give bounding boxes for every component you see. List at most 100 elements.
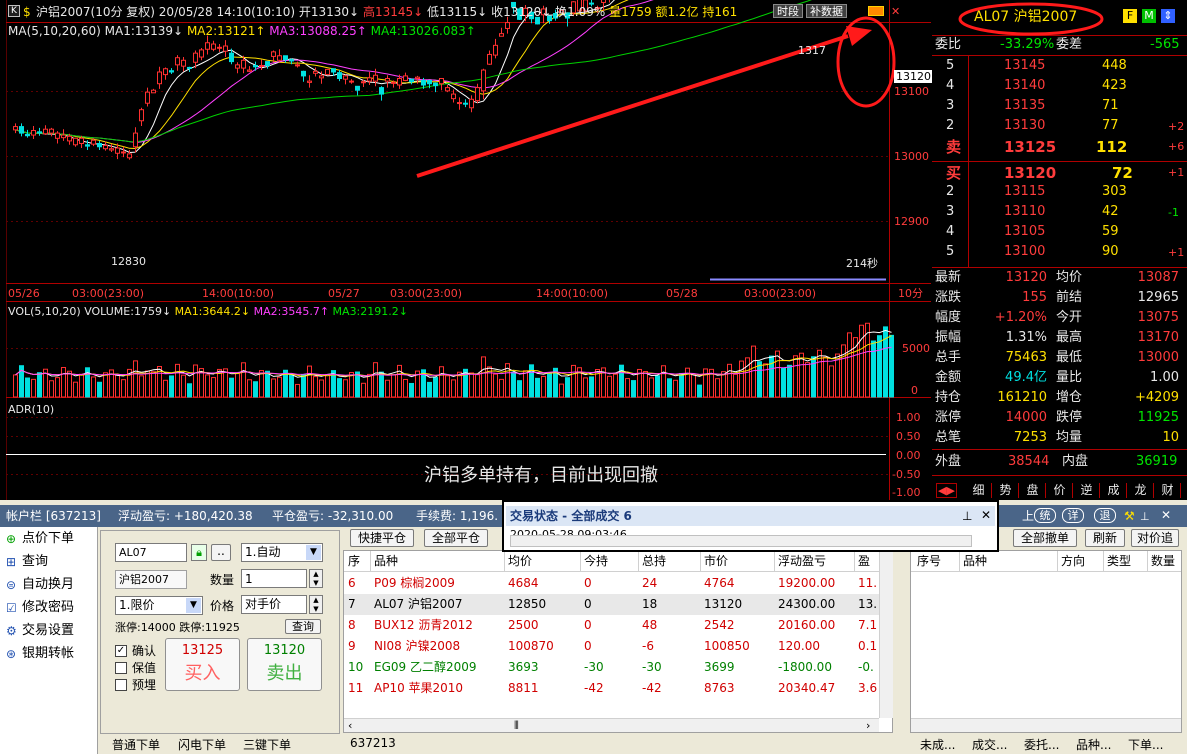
sell-change[interactable]: +6 — [1168, 140, 1184, 153]
column-header[interactable]: 市价 — [704, 554, 728, 568]
stat-label[interactable]: 均价 — [1056, 270, 1082, 286]
table-cell[interactable]: EG09 乙二醇2009 — [374, 657, 477, 678]
quick-close-button[interactable]: 快捷平仓 — [350, 529, 414, 547]
table-cell[interactable]: 4764 — [704, 573, 735, 594]
side-menu-item[interactable]: 银期转帐 — [22, 646, 74, 662]
stat-label[interactable]: 振幅 — [935, 330, 961, 346]
table-cell[interactable]: 2500 — [508, 615, 539, 636]
side-menu-item[interactable]: 点价下单 — [22, 531, 74, 547]
column-divider[interactable] — [774, 551, 775, 572]
table-cell[interactable]: 6 — [348, 573, 356, 594]
side-menu-item[interactable]: 交易设置 — [22, 623, 74, 639]
sell-volume[interactable]: 71 — [1102, 98, 1119, 114]
stat-label[interactable]: 最低 — [1056, 350, 1082, 366]
sell-price[interactable]: 13135 — [1004, 98, 1045, 114]
tab-3key-order[interactable]: 三键下单 — [243, 738, 291, 752]
buy-change[interactable]: +1 — [1168, 246, 1184, 259]
column-divider[interactable] — [700, 551, 701, 572]
table-cell[interactable]: 0 — [584, 615, 592, 636]
period-button[interactable]: 时段 — [773, 4, 803, 18]
buy-level[interactable]: 3 — [946, 204, 954, 220]
column-header[interactable]: 盈 — [858, 554, 870, 568]
table-cell[interactable]: 100850 — [704, 636, 750, 657]
orders-tab[interactable]: 下单... — [1128, 738, 1163, 752]
quote-tab[interactable]: 盘 — [1020, 483, 1046, 498]
stat-value[interactable]: 13087 — [1138, 270, 1179, 286]
stat-label[interactable]: 总手 — [935, 350, 961, 366]
sell-level[interactable]: 2 — [946, 118, 954, 134]
stat-label[interactable]: 均量 — [1056, 430, 1082, 446]
sell-price[interactable]: 13130 — [1004, 118, 1045, 134]
sell-level[interactable]: 3 — [946, 98, 954, 114]
table-cell[interactable]: 13. — [858, 594, 877, 615]
stat-value[interactable]: +4209 — [1135, 390, 1179, 406]
query-icon[interactable]: ⊞ — [6, 554, 16, 570]
stat-value[interactable]: 12965 — [1138, 290, 1179, 306]
code-input[interactable] — [115, 543, 187, 562]
column-header[interactable]: 数量 — [1151, 554, 1175, 568]
tab-flash-order[interactable]: 闪电下单 — [178, 738, 226, 752]
stat-value[interactable]: 13120 — [1006, 270, 1047, 286]
table-cell[interactable]: 3693 — [508, 657, 539, 678]
table-cell[interactable]: 20160.00 — [778, 615, 835, 636]
table-cell[interactable]: 48 — [642, 615, 657, 636]
buy-price[interactable]: 13110 — [1004, 204, 1045, 220]
stat-label[interactable]: 总笔 — [935, 430, 961, 446]
column-header[interactable]: 序号 — [917, 554, 941, 568]
column-divider[interactable] — [580, 551, 581, 572]
table-cell[interactable]: 8 — [348, 615, 356, 636]
scroll-thumb-icon[interactable]: ⦀ — [514, 719, 519, 732]
close-all-button[interactable]: 全部平仓 — [424, 529, 488, 547]
table-cell[interactable]: -30 — [584, 657, 604, 678]
sell-volume[interactable]: 448 — [1102, 58, 1127, 74]
preset-checkbox[interactable] — [115, 679, 127, 691]
tab-normal-order[interactable]: 普通下单 — [112, 738, 160, 752]
stat-value[interactable]: 161210 — [997, 390, 1047, 406]
table-cell[interactable]: 11. — [858, 573, 877, 594]
sell-level[interactable]: 5 — [946, 58, 954, 74]
sell-volume[interactable]: 423 — [1102, 78, 1127, 94]
quote-tab[interactable]: 成 — [1101, 483, 1127, 498]
stat-value[interactable]: 49.4亿 — [1005, 370, 1047, 386]
table-cell[interactable]: 13120 — [704, 594, 742, 615]
m-icon[interactable]: M — [1142, 9, 1156, 23]
price-input[interactable]: 对手价 — [241, 595, 307, 614]
table-row[interactable]: 6 P09 棕榈2009 4684 0 24 4764 19200.00 11. — [344, 573, 879, 594]
password-icon[interactable]: ☑ — [6, 600, 17, 616]
table-cell[interactable]: 20340.47 — [778, 678, 835, 699]
table-cell[interactable]: -42 — [584, 678, 604, 699]
pin-icon[interactable]: ⊥ — [1140, 510, 1150, 523]
vertical-scrollbar[interactable] — [879, 551, 893, 718]
quote-tab[interactable]: 势 — [993, 483, 1019, 498]
table-cell[interactable]: -6 — [642, 636, 654, 657]
stat-value[interactable]: 75463 — [1006, 350, 1047, 366]
column-header[interactable]: 均价 — [508, 554, 532, 568]
qty-stepper[interactable]: ▲ ▼ — [309, 569, 323, 588]
detail-button[interactable]: 详 — [1062, 508, 1084, 523]
code-box[interactable]: K — [8, 5, 20, 17]
buy-level[interactable]: 2 — [946, 184, 954, 200]
sell-price[interactable]: 13125 — [1004, 138, 1056, 156]
chart-canvas[interactable] — [6, 0, 931, 500]
orders-tab[interactable]: 成交... — [972, 738, 1007, 752]
stat-label[interactable]: 跌停 — [1056, 410, 1082, 426]
stat-label[interactable]: 最新 — [935, 270, 961, 286]
orders-tab[interactable]: 委托... — [1024, 738, 1059, 752]
price-type-select[interactable]: 1.限价 ▼ — [115, 596, 203, 615]
table-cell[interactable]: 8811 — [508, 678, 539, 699]
popup-scrollbar[interactable] — [510, 535, 972, 547]
stat-label[interactable]: 涨跌 — [935, 290, 961, 306]
side-menu-item[interactable]: 自动换月 — [22, 577, 74, 593]
column-header[interactable]: 类型 — [1107, 554, 1131, 568]
horizontal-scrollbar[interactable]: ‹ ⦀ › — [344, 718, 879, 732]
stat-value[interactable]: 14000 — [1006, 410, 1047, 426]
fill-data-button[interactable]: 补数据 — [806, 4, 847, 18]
buy-price[interactable]: 13120 — [1004, 164, 1056, 182]
stat-label[interactable]: 涨停 — [935, 410, 961, 426]
more-button[interactable]: .. — [211, 544, 231, 561]
orders-tab[interactable]: 品种... — [1076, 738, 1111, 752]
table-row[interactable]: 10 EG09 乙二醇2009 3693 -30 -30 3699 -1800.00 -0. — [344, 657, 879, 678]
buy-change[interactable]: +1 — [1168, 166, 1184, 179]
buy-button[interactable]: 13125 买入 — [165, 638, 240, 691]
table-cell[interactable]: 3.6 — [858, 678, 877, 699]
